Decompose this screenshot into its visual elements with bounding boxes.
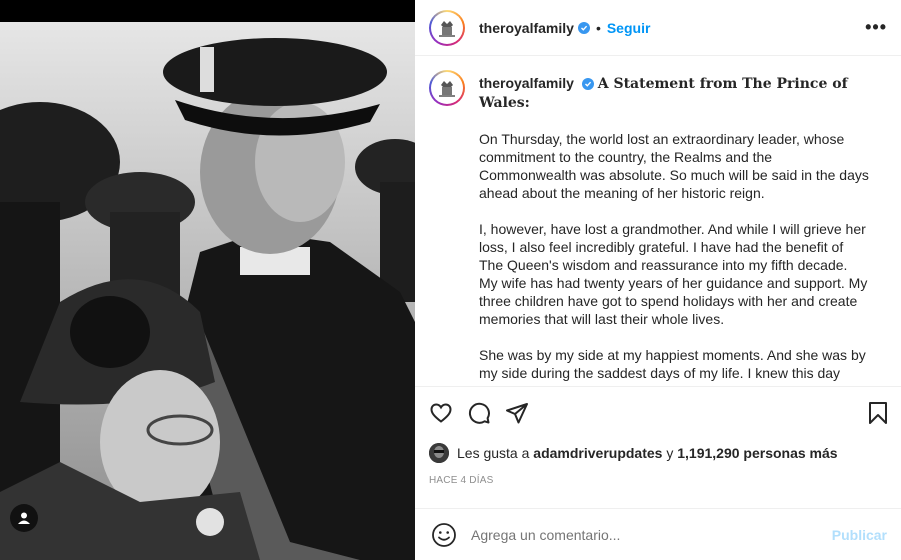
post-media (0, 0, 415, 560)
caption-paragraph: I, however, have lost a grandmother. And… (479, 221, 872, 327)
post-dialog: theroyalfamily • Seguir ••• theroyalfami… (0, 0, 901, 560)
royal-crest-icon (439, 20, 455, 37)
caption-body: theroyalfamily A Statement from The Prin… (479, 70, 869, 386)
caption-avatar[interactable] (429, 70, 465, 106)
add-comment-bar: Publicar (415, 508, 901, 560)
likes-summary: Les gusta a adamdriverupdates y 1,191,29… (429, 443, 889, 463)
more-options-icon[interactable]: ••• (865, 17, 887, 38)
caption-username[interactable]: theroyalfamily (479, 75, 574, 91)
liker-avatar[interactable] (429, 443, 449, 463)
post-actions: Les gusta a adamdriverupdates y 1,191,29… (415, 386, 901, 508)
comment-input[interactable] (471, 526, 832, 543)
royal-crest-icon (439, 81, 455, 97)
comment-bubble-icon[interactable] (467, 401, 491, 425)
post-panel: theroyalfamily • Seguir ••• theroyalfami… (415, 0, 901, 560)
likes-count[interactable]: 1,191,290 personas más (677, 445, 837, 461)
follow-button[interactable]: Seguir (607, 20, 651, 36)
post-header: theroyalfamily • Seguir ••• (415, 0, 901, 56)
caption-paragraph: She was by my side at my happiest moment… (479, 347, 866, 386)
caption-area: theroyalfamily A Statement from The Prin… (415, 56, 901, 386)
likes-prefix: Les gusta a (457, 445, 530, 461)
header-username[interactable]: theroyalfamily (479, 20, 574, 36)
liker-username[interactable]: adamdriverupdates (533, 445, 662, 461)
profile-avatar[interactable] (429, 9, 465, 46)
heart-icon[interactable] (429, 401, 453, 425)
verified-badge-icon (577, 21, 590, 34)
bookmark-icon[interactable] (867, 401, 889, 425)
photo-illustration (0, 22, 415, 560)
smiley-icon[interactable] (431, 522, 457, 548)
header-separator: • (595, 19, 601, 36)
publish-button[interactable]: Publicar (832, 527, 887, 543)
verified-badge-icon (581, 78, 594, 91)
paper-plane-icon[interactable] (505, 401, 529, 425)
post-photo[interactable] (0, 22, 415, 560)
likes-joiner: y (666, 445, 674, 461)
post-timestamp[interactable]: HACE 4 DÍAS (429, 475, 889, 486)
caption-paragraph: On Thursday, the world lost an extraordi… (479, 131, 873, 201)
user-tag-icon[interactable] (10, 504, 38, 532)
